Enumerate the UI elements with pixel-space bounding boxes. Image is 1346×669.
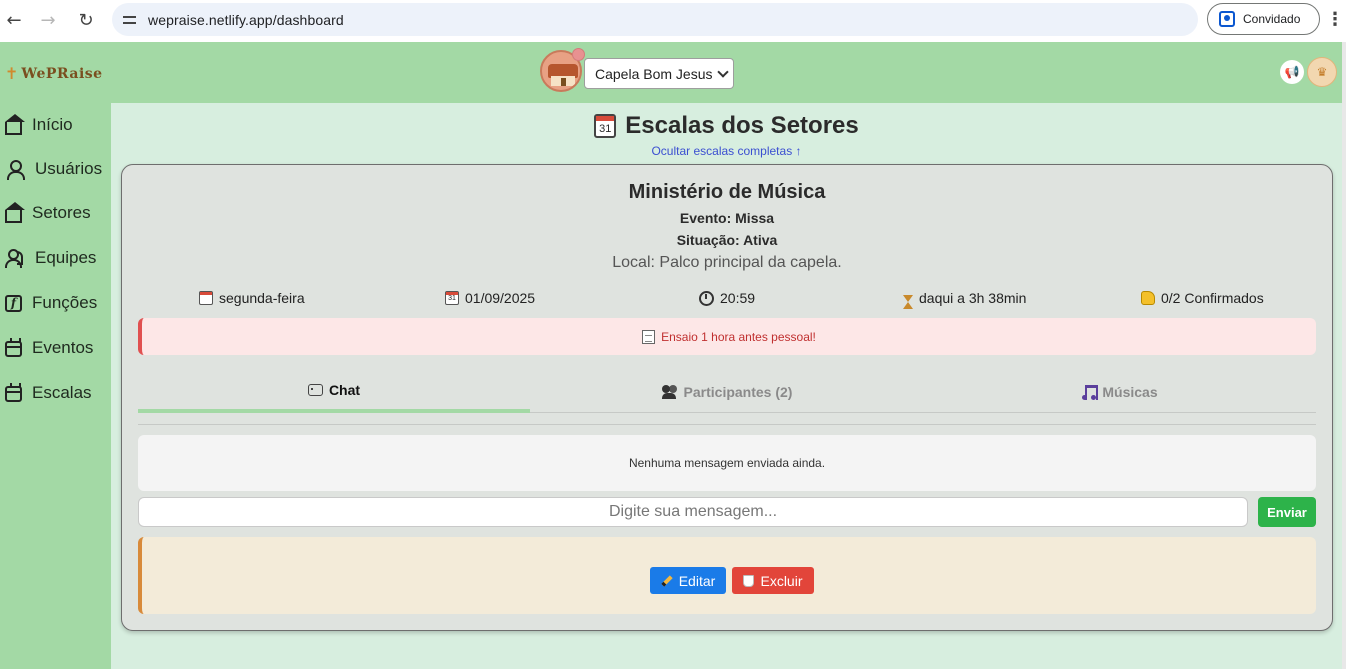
app-header: ✝ WePRaise Capela Bom Jesus 📢 ♛ <box>0 42 1346 103</box>
back-arrow-icon[interactable]: ← <box>2 8 26 32</box>
calendar-emoji-icon: 31 <box>594 114 617 138</box>
sidebar-item-setores[interactable]: Setores <box>5 200 91 226</box>
location-line: Local: Palco principal da capela. <box>612 254 842 271</box>
message-input[interactable]: Digite sua mensagem... <box>138 497 1248 527</box>
delete-label: Excluir <box>760 572 803 589</box>
pencil-icon <box>661 574 673 587</box>
sidebar-item-label: Eventos <box>32 338 94 357</box>
megaphone-icon[interactable]: 📢 <box>1280 60 1304 84</box>
date-text: 01/09/2025 <box>465 290 536 306</box>
sidebar-item-escalas[interactable]: Escalas <box>5 380 92 406</box>
tab-chat[interactable]: Chat <box>138 371 530 413</box>
clock-icon <box>699 290 714 306</box>
cross-logo-icon: ✝ <box>5 64 19 83</box>
sidebar-item-label: Escalas <box>32 383 92 402</box>
confirmed-text: 0/2 Confirmados <box>1161 290 1264 306</box>
logo-text: WePRaise <box>21 65 103 82</box>
browser-menu-icon[interactable]: ⋮ <box>1325 9 1345 31</box>
send-button[interactable]: Enviar <box>1258 497 1316 527</box>
trash-icon <box>743 574 755 587</box>
notice-text: Ensaio 1 hora antes pessoal! <box>661 329 816 344</box>
notice-alert: Ensaio 1 hora antes pessoal! <box>138 318 1316 355</box>
sidebar-item-label: Equipes <box>35 248 97 267</box>
date-info: 31 01/09/2025 <box>445 290 535 306</box>
sidebar-item-usuarios[interactable]: Usuários <box>5 156 102 182</box>
sidebar-item-label: Início <box>32 115 73 134</box>
chapel-select[interactable]: Capela Bom Jesus <box>584 58 734 89</box>
chat-bubble-icon <box>307 384 323 396</box>
divider <box>138 424 1316 425</box>
reload-icon[interactable]: ↻ <box>74 8 98 32</box>
chevron-down-icon <box>717 66 729 78</box>
sidebar-item-inicio[interactable]: Início <box>5 112 73 138</box>
page-title: 31 Escalas dos Setores <box>111 112 1342 140</box>
sidebar-item-label: Setores <box>32 203 91 222</box>
building-icon <box>5 201 25 223</box>
tab-label: Participantes (2) <box>683 384 793 400</box>
calendar-icon: 31 <box>445 291 459 305</box>
browser-toolbar: ← → ↻ wepraise.netlify.app/dashboard Con… <box>0 0 1346 40</box>
calendar-icon <box>5 338 22 357</box>
sidebar-item-label: Usuários <box>35 159 103 178</box>
toggle-schedules-link[interactable]: Ocultar escalas completas ↑ <box>111 144 1342 158</box>
schedule-card: Ministério de Música Evento: Missa Situa… <box>121 164 1333 631</box>
memo-icon <box>642 329 656 344</box>
site-info-icon[interactable] <box>122 12 138 28</box>
time-text: 20:59 <box>720 290 756 306</box>
sidebar-item-equipes[interactable]: Equipes <box>5 245 96 271</box>
weekday-info: segunda-feira <box>199 290 305 306</box>
status-line: Situação: Ativa <box>676 232 778 248</box>
people-icon <box>661 385 678 399</box>
thumbs-up-icon <box>1141 291 1155 305</box>
tab-participants[interactable]: Participantes (2) <box>531 371 923 413</box>
address-bar[interactable]: wepraise.netlify.app/dashboard <box>112 3 1198 36</box>
tab-label: Chat <box>328 382 361 398</box>
hourglass-icon <box>903 294 913 309</box>
page-scrollbar[interactable] <box>1342 42 1346 669</box>
edit-label: Editar <box>678 572 716 589</box>
empty-chat-text: Nenhuma mensagem enviada ainda. <box>628 456 826 470</box>
page-title-text: Escalas dos Setores <box>625 112 859 139</box>
delete-button[interactable]: Excluir <box>732 567 814 594</box>
users-icon <box>5 248 25 268</box>
user-avatar[interactable]: ♛ <box>1307 57 1337 87</box>
calendar-icon <box>5 383 22 402</box>
tab-songs[interactable]: Músicas <box>924 371 1316 413</box>
tab-label: Músicas <box>1102 384 1158 400</box>
forward-arrow-icon[interactable]: → <box>36 8 60 32</box>
chapel-select-value: Capela Bom Jesus <box>595 65 713 82</box>
profile-button[interactable]: Convidado <box>1207 3 1320 35</box>
sidebar: Início Usuários Setores Equipes f Funçõe… <box>0 103 111 669</box>
time-info: 20:59 <box>699 290 755 306</box>
ministry-title: Ministério de Música <box>628 181 826 203</box>
calendar-icon <box>199 291 213 305</box>
sidebar-item-funcoes[interactable]: f Funções <box>5 290 97 316</box>
profile-label: Convidado <box>1243 12 1301 26</box>
main-content: 31 Escalas dos Setores Ocultar escalas c… <box>111 103 1342 669</box>
card-tabs: Chat Participantes (2) Músicas <box>138 371 1316 413</box>
profile-icon <box>1219 11 1235 27</box>
url-text: wepraise.netlify.app/dashboard <box>148 11 344 28</box>
notification-dot <box>572 48 585 61</box>
music-note-icon <box>1082 384 1099 400</box>
sidebar-item-eventos[interactable]: Eventos <box>5 335 93 361</box>
confirmed-info: 0/2 Confirmados <box>1141 290 1264 306</box>
home-icon <box>5 113 25 135</box>
edit-button[interactable]: Editar <box>650 567 726 594</box>
sidebar-item-label: Funções <box>32 293 98 312</box>
user-icon <box>5 159 25 180</box>
weekday-text: segunda-feira <box>219 290 305 306</box>
countdown-info: daqui a 3h 38min <box>903 290 1027 309</box>
countdown-text: daqui a 3h 38min <box>919 290 1027 306</box>
actions-panel: Editar Excluir <box>138 537 1316 614</box>
function-icon: f <box>5 294 22 312</box>
message-placeholder: Digite sua mensagem... <box>608 503 778 520</box>
event-line: Evento: Missa <box>679 210 775 226</box>
logo[interactable]: ✝ WePRaise <box>5 64 103 83</box>
chat-messages: Nenhuma mensagem enviada ainda. <box>138 435 1316 491</box>
